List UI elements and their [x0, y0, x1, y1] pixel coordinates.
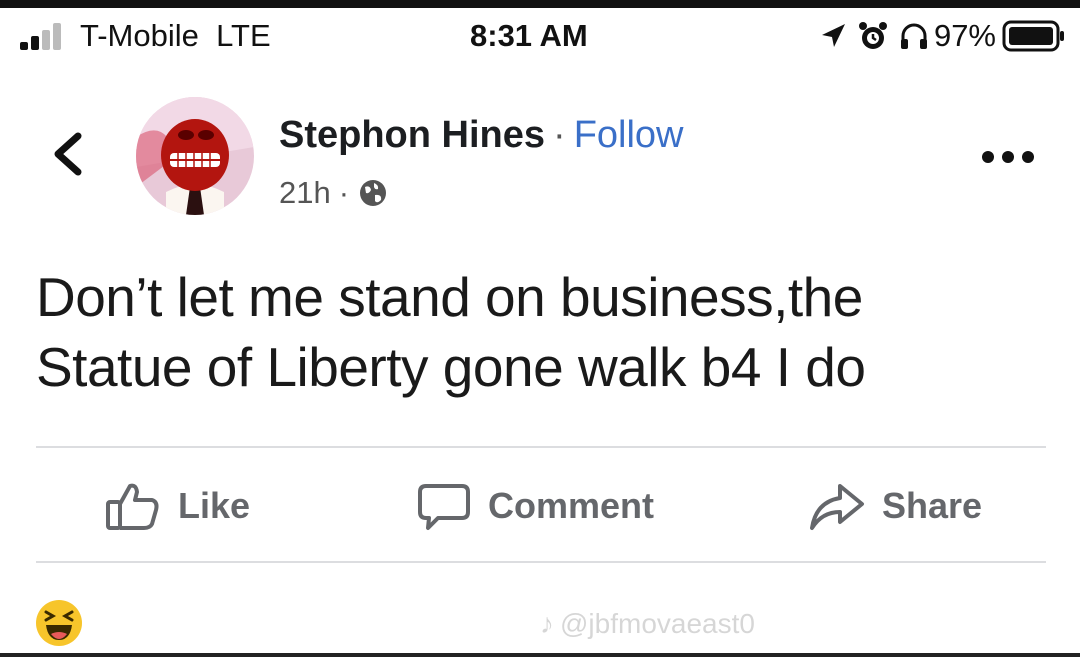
post-text: Don’t let me stand on business,the Statu… — [36, 262, 1056, 402]
battery-icon — [1002, 20, 1064, 52]
more-options-icon[interactable] — [978, 146, 1038, 168]
watermark: ♪ @jbfmovaeast0 — [540, 608, 755, 640]
watermark-text: @jbfmovaeast0 — [560, 608, 755, 639]
globe-icon — [360, 180, 387, 206]
status-right-group: 97% — [818, 16, 1066, 56]
like-label: Like — [178, 485, 251, 526]
share-button[interactable]: Share — [808, 476, 982, 536]
carrier-label: T-Mobile LTE — [80, 18, 271, 54]
share-arrow-icon — [810, 484, 864, 530]
headphones-icon — [900, 23, 927, 49]
bottom-edge — [0, 653, 1080, 657]
avatar[interactable] — [136, 97, 254, 215]
follow-link[interactable]: Follow — [574, 114, 684, 156]
post-timestamp[interactable]: 21h — [279, 175, 331, 211]
author-separator: · — [553, 114, 566, 156]
comment-label: Comment — [488, 485, 655, 526]
facebook-post-screen: T-Mobile LTE 8:31 AM 97% Stephon Hines ·… — [0, 0, 1080, 657]
author-line: Stephon Hines · Follow — [279, 113, 684, 157]
meta-separator: · — [338, 175, 350, 210]
comment-button[interactable]: Comment — [416, 476, 654, 536]
status-time: 8:31 AM — [470, 18, 588, 53]
post-text-line-1: Don’t let me stand on business,the — [36, 266, 863, 328]
like-button[interactable]: Like — [104, 476, 250, 536]
battery-percent: 97% — [933, 18, 996, 53]
laughing-emoji-icon[interactable] — [34, 598, 84, 648]
back-button[interactable] — [50, 130, 86, 178]
comment-bubble-icon — [418, 484, 470, 530]
post-text-line-2: Statue of Liberty gone walk b4 I do — [36, 336, 866, 398]
avatar-image — [136, 97, 254, 215]
tiktok-logo-icon: ♪ — [540, 608, 554, 639]
share-label: Share — [882, 485, 983, 526]
carrier-name: T-Mobile — [80, 18, 199, 53]
signal-icon — [20, 23, 61, 50]
status-bar: T-Mobile LTE 8:31 AM 97% — [0, 14, 1080, 60]
alarm-icon — [858, 22, 887, 49]
author-name[interactable]: Stephon Hines — [279, 114, 545, 156]
network-type: LTE — [216, 18, 271, 53]
top-edge — [0, 0, 1080, 8]
thumbs-up-icon — [106, 483, 159, 530]
post-meta: 21h · — [279, 175, 389, 211]
location-arrow-icon — [821, 24, 845, 47]
divider-bottom — [36, 561, 1046, 563]
divider-top — [36, 446, 1046, 448]
